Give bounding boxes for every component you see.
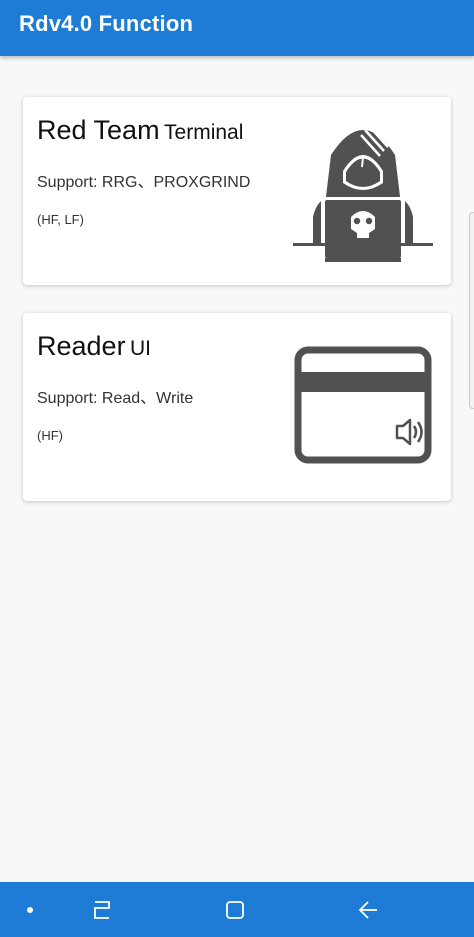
- dot-icon[interactable]: [0, 882, 60, 937]
- app-bar-title: Rdv4.0 Function: [19, 11, 194, 36]
- edge-panel-handle[interactable]: [469, 212, 474, 409]
- speaker-icon: [395, 418, 423, 446]
- card-support-text: Support: Read、Write: [37, 390, 194, 407]
- card-title: Red Team Terminal: [37, 115, 243, 146]
- card-title-main: Reader: [37, 331, 126, 361]
- card-bands-text: (HF, LF): [37, 212, 84, 227]
- back-icon[interactable]: [338, 882, 398, 937]
- hacker-icon: [293, 125, 433, 262]
- card-title: Reader UI: [37, 331, 151, 362]
- navigation-bar: [0, 882, 474, 937]
- reader-ui-card[interactable]: Reader UI Support: Read、Write (HF): [23, 313, 451, 501]
- card-title-main: Red Team: [37, 115, 160, 145]
- card-title-sub: UI: [130, 337, 152, 360]
- recent-apps-icon[interactable]: [72, 882, 132, 937]
- card-bands-text: (HF): [37, 428, 63, 443]
- app-bar: Rdv4.0 Function: [0, 0, 474, 56]
- card-title-sub: Terminal: [164, 121, 244, 144]
- card-support-text: Support: RRG、PROXGRIND: [37, 174, 251, 191]
- red-team-terminal-card[interactable]: Red Team Terminal Support: RRG、PROXGRIND…: [23, 97, 451, 285]
- home-icon[interactable]: [205, 882, 265, 937]
- card-reader-icon: [294, 346, 432, 464]
